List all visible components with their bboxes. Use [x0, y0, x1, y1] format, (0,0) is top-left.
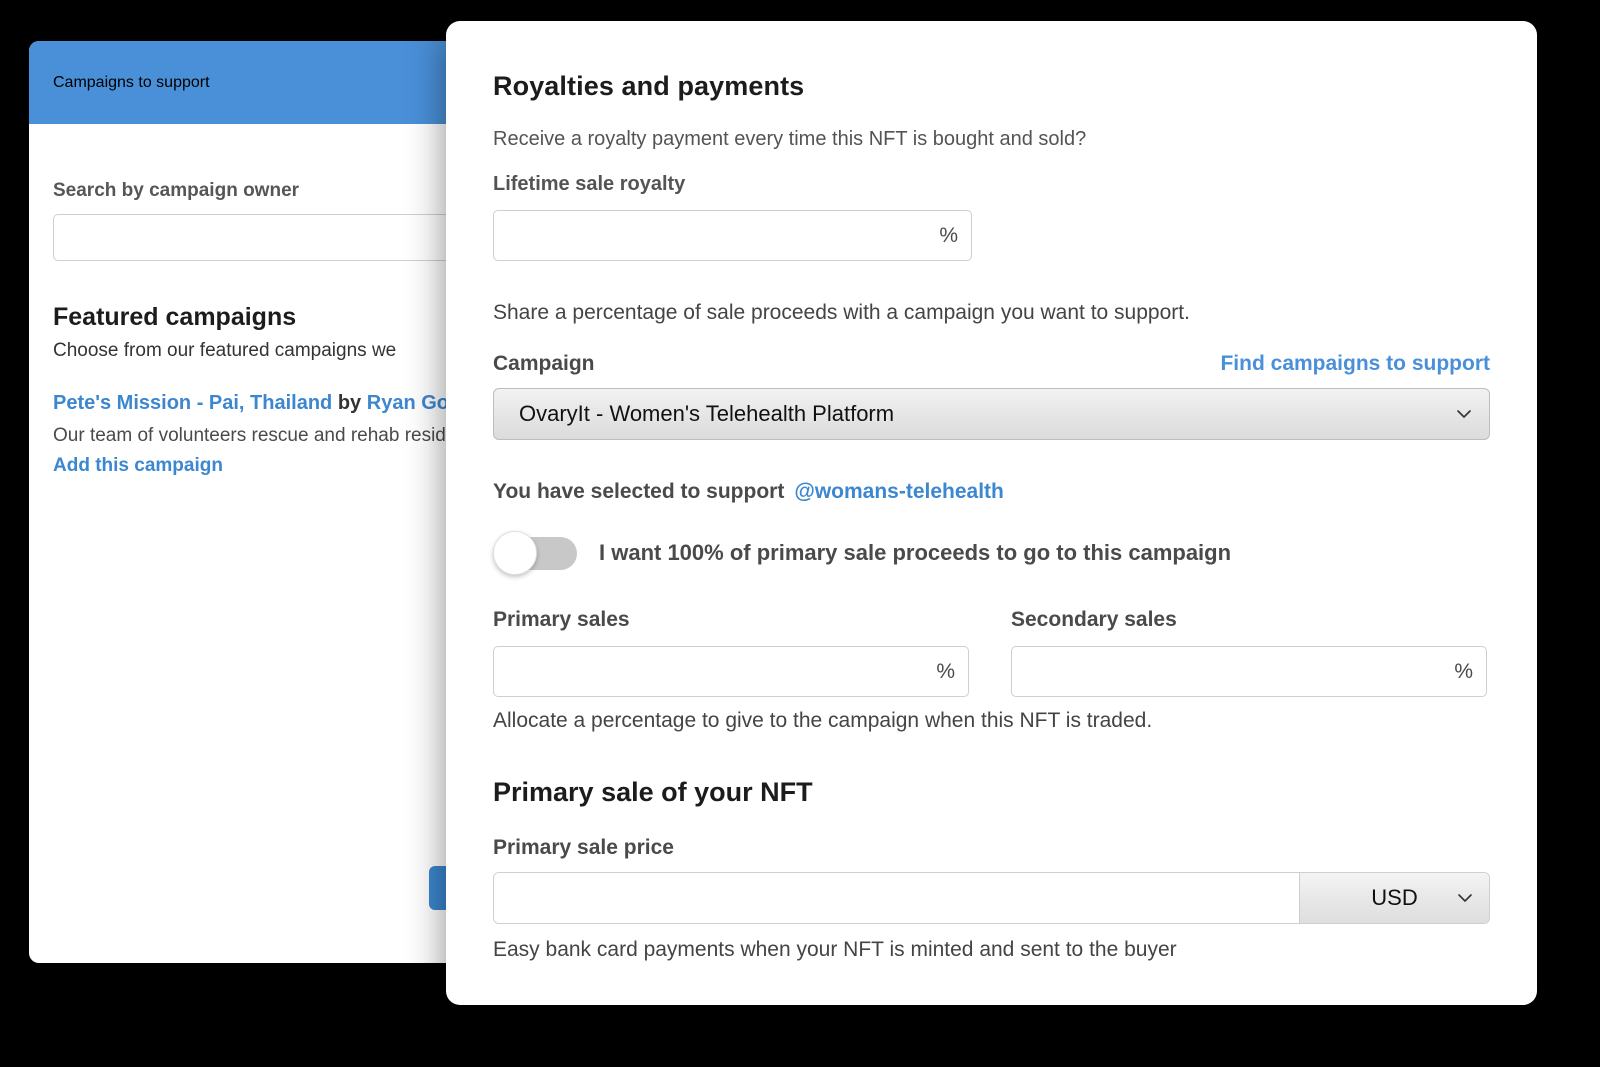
find-campaigns-link[interactable]: Find campaigns to support	[1220, 352, 1490, 376]
easy-payments-note: Easy bank card payments when your NFT is…	[493, 938, 1177, 961]
royalty-question-text: Receive a royalty payment every time thi…	[493, 128, 1087, 150]
full-proceeds-toggle-row: I want 100% of primary sale proceeds to …	[493, 531, 1490, 575]
primary-sales-label: Primary sales	[493, 608, 630, 631]
featured-campaign-title-line: Pete's Mission - Pai, Thailand by Ryan G…	[53, 392, 467, 415]
primary-sale-price-field: USD	[493, 872, 1490, 924]
selected-support-prefix: You have selected to support	[493, 480, 785, 503]
primary-sale-price-label: Primary sale price	[493, 836, 674, 859]
primary-sale-price-input[interactable]	[494, 873, 1299, 923]
full-proceeds-toggle-label: I want 100% of primary sale proceeds to …	[599, 540, 1232, 565]
by-word: by	[337, 392, 362, 414]
search-owner-input[interactable]	[53, 214, 467, 261]
modal-content: Royalties and payments Receive a royalty…	[446, 21, 1537, 962]
currency-select-value: USD	[1371, 885, 1418, 910]
featured-campaign-name-link[interactable]: Pete's Mission - Pai, Thailand	[53, 392, 332, 414]
toggle-knob[interactable]	[493, 531, 537, 575]
campaign-select[interactable]: OvaryIt - Women's Telehealth Platform	[493, 388, 1490, 440]
chevron-down-icon	[1458, 894, 1472, 902]
secondary-sales-input[interactable]	[1011, 646, 1487, 697]
allocate-percentage-note: Allocate a percentage to give to the cam…	[493, 709, 1153, 732]
primary-sales-field: %	[493, 646, 969, 697]
secondary-sales-group: Secondary sales %	[1011, 608, 1490, 697]
campaign-select-wrapper[interactable]: OvaryIt - Women's Telehealth Platform	[493, 388, 1490, 440]
campaigns-panel-title: Campaigns to support	[53, 73, 210, 91]
sales-split-row: Primary sales % Secondary sales %	[493, 608, 1490, 697]
featured-campaigns-heading: Featured campaigns	[53, 303, 297, 331]
lifetime-royalty-field: %	[493, 210, 972, 261]
add-this-campaign-link[interactable]: Add this campaign	[53, 455, 223, 477]
screenshot-stage: Campaigns to support Search by campaign …	[0, 0, 1600, 1067]
campaign-select-value: OvaryIt - Women's Telehealth Platform	[519, 401, 895, 426]
currency-select[interactable]: USD	[1299, 873, 1489, 923]
royalties-and-payments-modal: Royalties and payments Receive a royalty…	[446, 21, 1537, 1005]
campaigns-to-support-panel: Campaigns to support Search by campaign …	[29, 41, 491, 963]
campaign-select-header-row: Campaign Find campaigns to support	[493, 352, 1490, 376]
featured-campaign-item: Pete's Mission - Pai, Thailand by Ryan G…	[53, 392, 467, 477]
secondary-sales-field: %	[1011, 646, 1487, 697]
featured-campaign-description: Our team of volunteers rescue and rehab …	[53, 425, 462, 446]
lifetime-royalty-input[interactable]	[493, 210, 972, 261]
selected-support-row: You have selected to support @womans-tel…	[493, 480, 1490, 504]
campaign-label: Campaign	[493, 352, 595, 375]
modal-title: Royalties and payments	[493, 71, 805, 101]
campaigns-panel-header: Campaigns to support	[29, 41, 491, 124]
campaigns-panel-body: Search by campaign owner Featured campai…	[29, 124, 491, 477]
full-proceeds-toggle[interactable]	[493, 531, 577, 575]
selected-campaign-handle-link[interactable]: @womans-telehealth	[794, 480, 1004, 504]
primary-sale-section-title: Primary sale of your NFT	[493, 777, 813, 807]
featured-campaigns-subtitle: Choose from our featured campaigns we	[53, 340, 397, 361]
primary-sales-input[interactable]	[493, 646, 969, 697]
primary-sales-group: Primary sales %	[493, 608, 972, 697]
search-owner-label: Search by campaign owner	[53, 180, 300, 201]
secondary-sales-label: Secondary sales	[1011, 608, 1177, 631]
lifetime-royalty-label: Lifetime sale royalty	[493, 173, 686, 195]
share-percentage-note: Share a percentage of sale proceeds with…	[493, 301, 1190, 324]
featured-campaign-owner-link[interactable]: Ryan Go	[367, 392, 449, 414]
